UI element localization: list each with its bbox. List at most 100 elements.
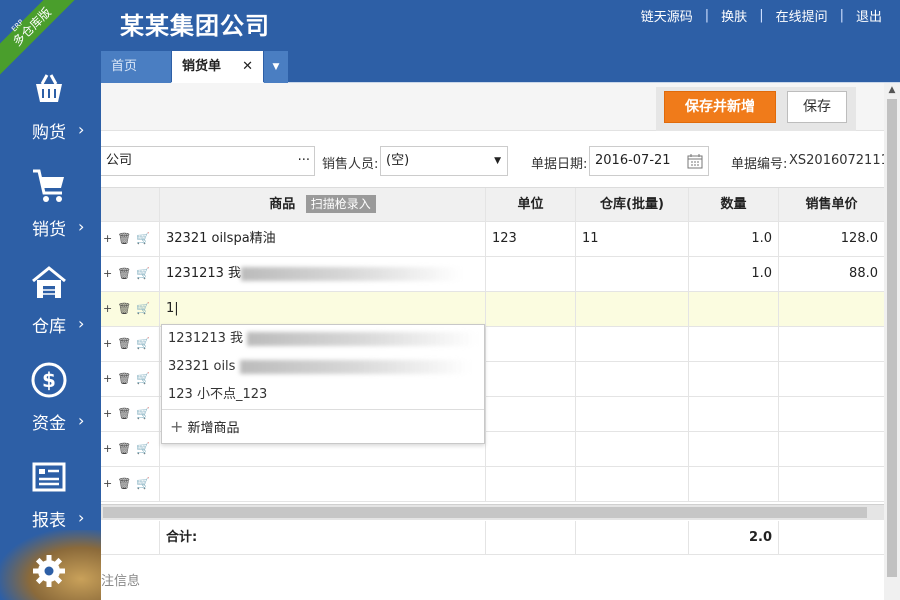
chevron-down-icon[interactable]: ▼ <box>264 51 288 83</box>
cell-quantity[interactable] <box>689 327 779 361</box>
save-and-new-button[interactable]: 保存并新增 <box>664 91 776 123</box>
cell-quantity[interactable]: 1.0 <box>689 257 779 291</box>
sidebar-item-funds[interactable]: $ 资金 › <box>0 351 101 448</box>
cell-quantity[interactable]: 1.0 <box>689 222 779 256</box>
plus-icon[interactable]: + <box>103 407 112 420</box>
trash-icon[interactable]: 🗑 <box>117 372 131 385</box>
plus-icon[interactable]: + <box>103 442 112 455</box>
cell-product[interactable]: 32321 oilspa精油 <box>160 222 486 256</box>
cell-warehouse[interactable] <box>576 397 689 431</box>
cell-quantity[interactable] <box>689 292 779 326</box>
vertical-scrollbar[interactable]: ▲ <box>884 83 900 600</box>
cell-unit[interactable]: 123 <box>486 222 576 256</box>
sidebar-item-purchase[interactable]: 购货 › <box>0 60 101 157</box>
cart-icon[interactable]: 🛒 <box>136 477 150 490</box>
total-quantity: 2.0 <box>689 521 779 554</box>
plus-icon[interactable]: + <box>103 372 112 385</box>
cart-icon[interactable]: 🛒 <box>136 372 150 385</box>
row-actions: + 🗑 🛒 <box>101 362 160 396</box>
cell-unit[interactable] <box>486 432 576 466</box>
plus-icon[interactable]: + <box>103 267 112 280</box>
cell-unit[interactable] <box>486 257 576 291</box>
save-button[interactable]: 保存 <box>787 91 847 123</box>
cell-quantity[interactable] <box>689 432 779 466</box>
more-icon[interactable]: ··· <box>298 147 310 175</box>
cell-quantity[interactable] <box>689 362 779 396</box>
online-question-link[interactable]: 在线提问 <box>776 6 828 25</box>
order-number-label: 单据编号: <box>731 157 788 172</box>
tab-sales-order[interactable]: 销货单 ✕ <box>172 51 263 83</box>
logout-link[interactable]: 退出 <box>856 6 882 25</box>
cell-price[interactable] <box>779 467 884 501</box>
trash-icon[interactable]: 🗑 <box>117 267 131 280</box>
trash-icon[interactable]: 🗑 <box>117 477 131 490</box>
sidebar-item-warehouse[interactable]: 仓库 › <box>0 254 101 351</box>
cart-icon[interactable]: 🛒 <box>136 232 150 245</box>
trash-icon[interactable]: 🗑 <box>117 442 131 455</box>
cell-price[interactable] <box>779 397 884 431</box>
sidebar-item-sales[interactable]: 销货 › <box>0 157 101 254</box>
suggestion-item[interactable]: 1231213 我 <box>162 325 484 353</box>
add-product-button[interactable]: + 新增商品 <box>162 409 484 443</box>
cart-icon[interactable]: 🛒 <box>136 407 150 420</box>
scrollbar-thumb[interactable] <box>103 507 867 518</box>
cell-unit[interactable] <box>486 327 576 361</box>
suggestion-item[interactable]: 32321 oils <box>162 353 484 381</box>
sidebar-label: 购货 <box>32 123 66 143</box>
cell-warehouse[interactable]: 11 <box>576 222 689 256</box>
row-actions: + 🗑 🛒 <box>101 467 160 501</box>
cart-icon[interactable]: 🛒 <box>136 337 150 350</box>
cell-quantity[interactable] <box>689 467 779 501</box>
date-field[interactable]: 2016-07-21 <box>589 146 709 176</box>
plus-icon[interactable]: + <box>103 302 112 315</box>
cart-icon[interactable]: 🛒 <box>136 442 150 455</box>
cart-icon[interactable]: 🛒 <box>136 302 150 315</box>
calendar-icon[interactable] <box>687 153 703 169</box>
cart-icon[interactable]: 🛒 <box>136 267 150 280</box>
cell-unit[interactable] <box>486 467 576 501</box>
trash-icon[interactable]: 🗑 <box>117 407 131 420</box>
cell-product[interactable]: 1231213 我 <box>160 257 486 291</box>
trash-icon[interactable]: 🗑 <box>117 337 131 350</box>
cell-warehouse[interactable] <box>576 432 689 466</box>
cell-price[interactable] <box>779 327 884 361</box>
cell-unit[interactable] <box>486 292 576 326</box>
plus-icon[interactable]: + <box>103 337 112 350</box>
tab-home[interactable]: 首页 <box>101 51 171 83</box>
trash-icon[interactable]: 🗑 <box>117 232 131 245</box>
cell-product[interactable]: 1| <box>160 292 486 326</box>
horizontal-scrollbar[interactable] <box>101 504 884 520</box>
toolbar: 保存并新增 保存 <box>101 83 884 131</box>
cell-unit[interactable] <box>486 397 576 431</box>
suggestion-item[interactable]: 123 小不点_123 <box>162 381 484 409</box>
cell-unit[interactable] <box>486 362 576 396</box>
cell-warehouse[interactable] <box>576 362 689 396</box>
order-form: 公司 ··· 销售人员: (空) ▼ 单据日期: 2016-07-21 单据编号… <box>101 131 884 186</box>
cell-warehouse[interactable] <box>576 327 689 361</box>
salesperson-select[interactable]: (空) ▼ <box>380 146 508 176</box>
cell-price[interactable]: 128.0 <box>779 222 884 256</box>
header-warehouse[interactable]: 仓库(批量) <box>576 188 689 221</box>
cell-price[interactable]: 88.0 <box>779 257 884 291</box>
cell-warehouse[interactable] <box>576 467 689 501</box>
cell-price[interactable] <box>779 432 884 466</box>
cell-price[interactable] <box>779 362 884 396</box>
source-link[interactable]: 链天源码 <box>641 6 693 25</box>
scrollbar-thumb[interactable] <box>887 99 897 577</box>
scan-entry-button[interactable]: 扫描枪录入 <box>305 195 376 213</box>
trash-icon[interactable]: 🗑 <box>117 302 131 315</box>
cell-warehouse-text: 11 <box>582 231 599 246</box>
cell-warehouse[interactable] <box>576 257 689 291</box>
cell-price[interactable] <box>779 292 884 326</box>
cell-product[interactable] <box>160 467 486 501</box>
cell-quantity[interactable] <box>689 397 779 431</box>
customer-field[interactable]: 公司 ··· <box>101 146 315 176</box>
skin-link[interactable]: 换肤 <box>721 6 747 25</box>
cell-warehouse[interactable] <box>576 292 689 326</box>
plus-icon[interactable]: + <box>103 477 112 490</box>
table-row: + 🗑 🛒 32321 oilspa精油 123 11 1.0 128.0 <box>101 222 884 257</box>
scroll-up-icon[interactable]: ▲ <box>884 85 900 95</box>
close-icon[interactable]: ✕ <box>242 51 253 83</box>
plus-icon[interactable]: + <box>103 232 112 245</box>
sidebar-item-settings[interactable] <box>0 542 101 600</box>
